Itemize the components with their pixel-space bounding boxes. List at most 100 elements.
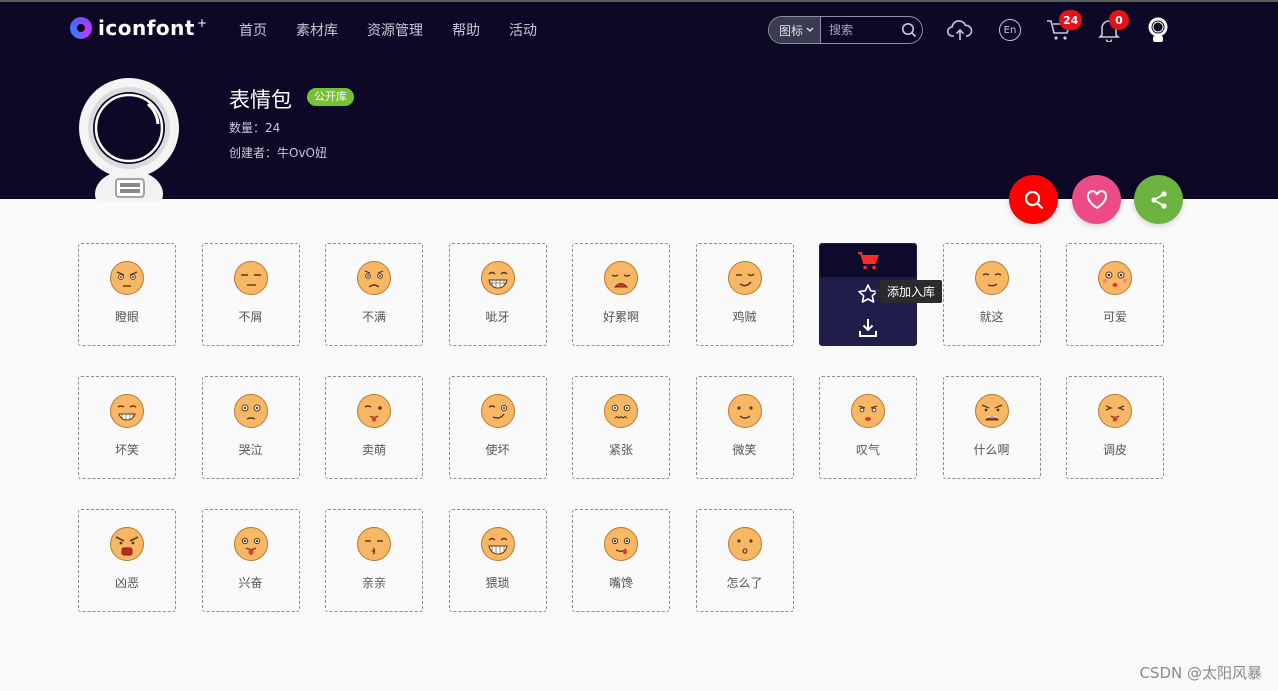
search-box: 图标 — [768, 16, 923, 44]
nav-item-library[interactable]: 素材库 — [296, 20, 338, 40]
emoji-smirk-icon — [480, 393, 516, 429]
icon-card[interactable]: 就这 — [942, 243, 1041, 346]
icon-card[interactable]: 猥琐 — [448, 509, 547, 612]
icon-card[interactable]: 嘴馋 — [572, 509, 670, 612]
nav-item-events[interactable]: 活动 — [509, 20, 537, 40]
icon-card[interactable]: 卖萌 — [325, 376, 423, 479]
header: iconfont + 首页 素材库 资源管理 帮助 活动 图标 En 24 0 — [0, 2, 1278, 201]
icon-card-label: 怎么了 — [726, 576, 763, 590]
search-type-select[interactable]: 图标 — [769, 17, 822, 43]
download-button[interactable] — [857, 311, 879, 345]
watermark: CSDN @太阳风暴 — [1139, 664, 1262, 682]
icon-card[interactable]: 调皮 — [1066, 376, 1164, 479]
search-input[interactable] — [821, 17, 896, 43]
icon-card[interactable]: 呲牙 — [448, 243, 547, 346]
icon-card[interactable]: 不屑 — [201, 243, 300, 346]
emoji-excited-icon — [233, 526, 269, 562]
main-nav: 首页 素材库 资源管理 帮助 活动 — [239, 20, 537, 40]
download-icon — [859, 319, 877, 337]
emoji-kiss-icon — [356, 526, 392, 562]
icon-card-label: 兴奋 — [238, 576, 263, 590]
icon-card[interactable]: 什么啊 — [942, 376, 1041, 479]
emoji-sigh-icon — [850, 393, 886, 429]
icon-card-label: 就这 — [979, 310, 1004, 324]
icon-card-label: 可爱 — [1102, 310, 1127, 324]
cart-button[interactable]: 24 — [1045, 10, 1083, 44]
icon-card[interactable]: 不满 — [325, 243, 423, 346]
user-avatar-button[interactable] — [1144, 16, 1172, 44]
icon-card[interactable]: 鸡贼 — [695, 243, 794, 346]
emoji-smile-icon — [727, 393, 763, 429]
search-type-label: 图标 — [779, 23, 804, 38]
emoji-wink-tongue-icon — [356, 393, 392, 429]
icon-card[interactable]: 叹气 — [819, 376, 917, 479]
icon-card[interactable]: 好累啊 — [572, 243, 670, 346]
nav-item-home[interactable]: 首页 — [239, 20, 267, 40]
icon-card-label: 凶恶 — [114, 576, 139, 590]
upload-button[interactable] — [946, 16, 974, 44]
icon-card-label: 什么啊 — [973, 443, 1010, 457]
emoji-grin-icon — [480, 260, 516, 296]
share-button[interactable] — [1134, 175, 1183, 224]
logo-text: iconfont — [98, 16, 195, 40]
search-icon — [1024, 190, 1043, 209]
emoji-meh-icon — [974, 260, 1010, 296]
notification-count-badge: 0 — [1109, 10, 1129, 30]
icon-card[interactable]: 紧张 — [572, 376, 670, 479]
share-icon — [1150, 190, 1167, 209]
search-icon — [902, 23, 917, 38]
language-icon: En — [999, 19, 1021, 41]
icon-card[interactable]: 可爱 — [1066, 243, 1164, 346]
emoji-puzzled-icon — [727, 526, 763, 562]
icon-card-label: 好累啊 — [602, 310, 639, 324]
icon-card[interactable]: 瞪眼 — [78, 243, 176, 346]
emoji-fierce-icon — [109, 526, 145, 562]
user-avatar-icon — [1148, 17, 1168, 42]
icon-card[interactable]: 兴奋 — [201, 509, 300, 612]
logo[interactable]: iconfont + — [70, 16, 207, 40]
icon-card-label: 卖萌 — [361, 443, 386, 457]
add-to-cart-button[interactable] — [820, 244, 916, 277]
icon-card-label: 瞪眼 — [114, 310, 139, 324]
emoji-naughty-icon — [1097, 393, 1133, 429]
icon-card-label: 使坏 — [485, 443, 510, 457]
icon-card-label: 哭泣 — [238, 443, 263, 457]
notification-button[interactable]: 0 — [1095, 10, 1129, 44]
icon-card-label: 调皮 — [1102, 443, 1127, 457]
icon-card[interactable]: 怎么了 — [695, 509, 794, 612]
cart-icon — [858, 251, 879, 269]
icon-card[interactable]: 微笑 — [695, 376, 794, 479]
emoji-creepy-icon — [480, 526, 516, 562]
icon-card-label: 微笑 — [732, 443, 757, 457]
emoji-cry-icon — [233, 393, 269, 429]
icon-card[interactable]: 坏笑 — [78, 376, 176, 479]
icon-card[interactable]: 使坏 — [448, 376, 547, 479]
heart-icon — [1086, 189, 1107, 209]
icon-card-label: 鸡贼 — [732, 310, 757, 324]
search-button[interactable] — [896, 22, 922, 38]
chevron-down-icon — [806, 27, 814, 32]
tooltip: 添加入库 — [874, 280, 943, 303]
emoji-greedy-icon — [603, 526, 639, 562]
icon-card-label: 亲亲 — [361, 576, 386, 590]
icon-card-hovered[interactable]: 添加入库 — [819, 243, 943, 346]
creator-info: 创建者：牛OvO妞 — [229, 146, 327, 160]
icon-card-label: 叹气 — [855, 443, 880, 457]
nav-item-help[interactable]: 帮助 — [452, 20, 480, 40]
icon-card[interactable]: 亲亲 — [325, 509, 423, 612]
icon-card-label: 猥琐 — [485, 576, 510, 590]
icon-card[interactable]: 哭泣 — [201, 376, 300, 479]
project-title: 表情包 — [229, 88, 292, 112]
icon-grid: 瞪眼 不屑 不满 呲牙 好累啊 鸡贼 添加入库就这 可爱坏笑 哭泣 卖萌 使坏 紧张 微笑 叹气 什么啊 调皮… — [78, 243, 1164, 612]
cloud-upload-icon — [947, 20, 973, 40]
emoji-glare-icon — [109, 260, 145, 296]
emoji-tired-icon — [603, 260, 639, 296]
icon-card[interactable]: 凶恶 — [78, 509, 176, 612]
emoji-angry-shout-icon — [974, 393, 1010, 429]
emoji-cute-icon — [1097, 260, 1133, 296]
emoji-unhappy-icon — [356, 260, 392, 296]
nav-item-resources[interactable]: 资源管理 — [367, 20, 423, 40]
language-button[interactable]: En — [996, 16, 1024, 44]
search-project-button[interactable] — [1009, 175, 1058, 224]
favorite-button[interactable] — [1072, 175, 1121, 224]
